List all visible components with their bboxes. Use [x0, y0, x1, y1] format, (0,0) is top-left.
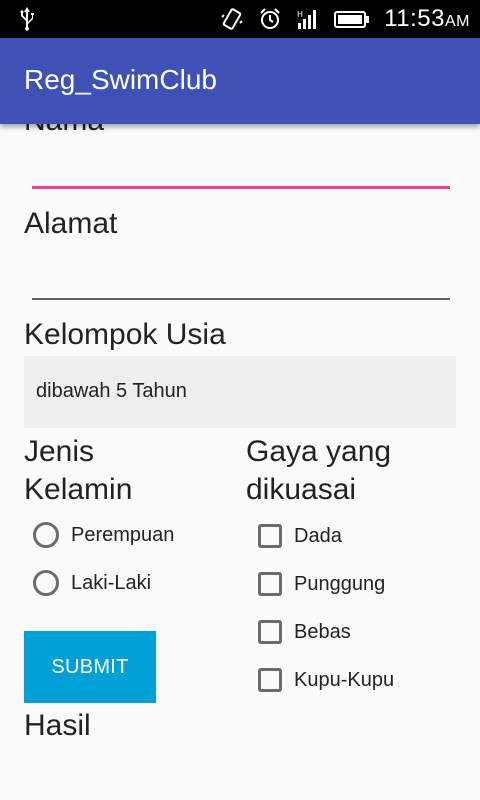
gender-label-line1: Jenis	[24, 435, 95, 468]
gender-label-line2: Kelamin	[24, 473, 133, 506]
radio-perempuan-label: Perempuan	[71, 523, 175, 546]
kelompok-usia-selected: dibawah 5 Tahun	[36, 380, 187, 402]
alarm-icon	[258, 7, 282, 31]
checkbox-punggung-label: Punggung	[294, 572, 386, 595]
radio-button-icon[interactable]	[33, 570, 59, 596]
app-title: Reg_SwimClub	[24, 64, 217, 95]
checkbox-dada-label: Dada	[294, 524, 342, 547]
hasil-label: Hasil	[24, 709, 91, 742]
radio-perempuan[interactable]: Perempuan	[33, 522, 174, 548]
svg-text:H: H	[297, 10, 303, 19]
gaya-label-line1: Gaya yang	[246, 435, 392, 468]
kelompok-usia-label: Kelompok Usia	[24, 318, 226, 351]
nama-label: Nama	[24, 124, 104, 140]
radio-laki-laki-label: Laki-Laki	[71, 571, 152, 594]
checkbox-dada[interactable]: Dada	[258, 524, 342, 548]
checkbox-icon[interactable]	[258, 524, 282, 548]
gaya-label-line2: dikuasai	[246, 473, 357, 506]
checkbox-icon[interactable]	[258, 620, 282, 644]
alamat-input[interactable]	[32, 298, 450, 300]
vibrate-icon	[220, 7, 244, 31]
checkbox-punggung[interactable]: Punggung	[258, 572, 385, 596]
submit-button[interactable]: SUBMIT	[24, 631, 156, 703]
checkbox-kupu-kupu-label: Kupu-Kupu	[294, 668, 395, 691]
radio-button-icon[interactable]	[33, 522, 59, 548]
checkbox-bebas-label: Bebas	[294, 620, 351, 643]
checkbox-kupu-kupu[interactable]: Kupu-Kupu	[258, 668, 394, 692]
form-scroll-area[interactable]: Nama Alamat Kelompok Usia dibawah 5 Tahu…	[0, 124, 480, 800]
checkbox-bebas[interactable]: Bebas	[258, 620, 351, 644]
checkbox-icon[interactable]	[258, 668, 282, 692]
alamat-label: Alamat	[24, 207, 118, 240]
status-bar: H 11:53AM	[0, 0, 480, 38]
status-time: 11:53AM	[384, 5, 470, 32]
battery-icon	[334, 7, 370, 31]
checkbox-icon[interactable]	[258, 572, 282, 596]
radio-laki-laki[interactable]: Laki-Laki	[33, 570, 151, 596]
nama-input[interactable]	[32, 186, 450, 189]
kelompok-usia-spinner[interactable]: dibawah 5 Tahun	[24, 356, 456, 428]
signal-icon: H	[296, 7, 320, 31]
app-bar: Reg_SwimClub	[0, 38, 480, 124]
usb-icon	[20, 7, 34, 37]
